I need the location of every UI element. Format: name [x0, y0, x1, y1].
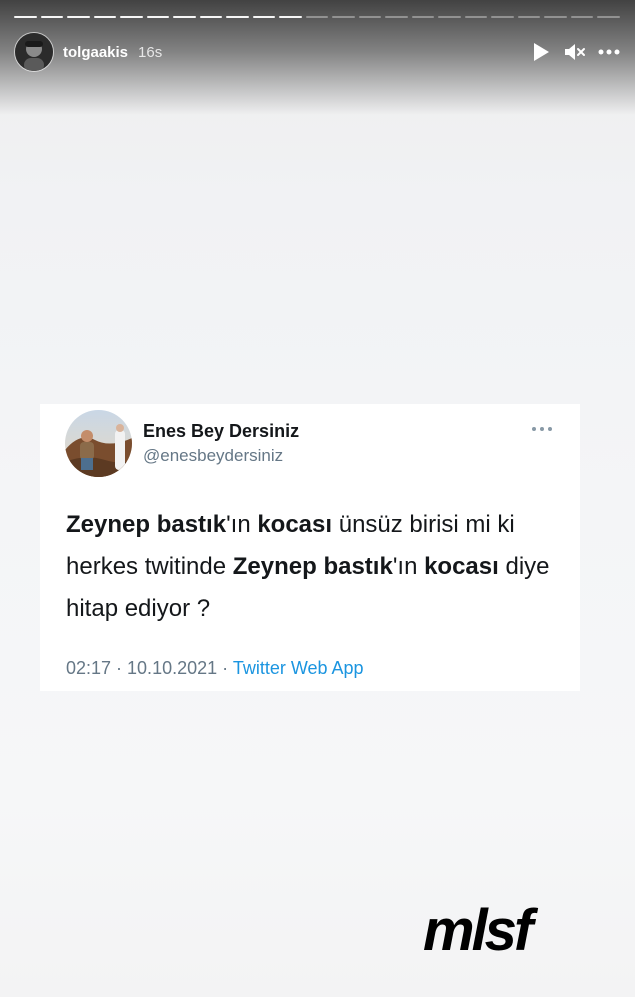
progress-segment: [570, 16, 594, 18]
progress-segment: [411, 16, 435, 18]
story-progress-bar: [14, 16, 620, 19]
progress-segment: [146, 16, 170, 18]
progress-segment: [40, 16, 64, 18]
tweet-author-avatar[interactable]: [65, 410, 132, 477]
progress-segment: [544, 16, 567, 18]
story-time: 16s: [138, 43, 163, 61]
tweet-text-part: 'ın: [392, 553, 425, 580]
tweet-handle[interactable]: @enesbeydersiniz: [143, 446, 283, 466]
progress-segment: [120, 16, 143, 18]
mute-icon[interactable]: [564, 41, 586, 63]
progress-segment: [199, 16, 223, 18]
logo-text: mlsf: [423, 898, 539, 960]
play-icon[interactable]: [530, 41, 552, 63]
more-icon[interactable]: [598, 41, 620, 63]
progress-segment: [491, 16, 514, 18]
progress-segment: [67, 16, 90, 18]
story-header: tolgaakis 16s: [14, 32, 620, 72]
tweet-text-part: kocası: [257, 511, 333, 538]
story-controls: [530, 41, 620, 63]
progress-segment: [279, 16, 302, 18]
tweet-display-name[interactable]: Enes Bey Dersiniz: [143, 421, 299, 442]
tweet-text-part: 'ın: [226, 511, 258, 538]
progress-segment: [14, 16, 37, 18]
tweet-card: Enes Bey Dersiniz @enesbeydersiniz Zeyne…: [40, 404, 580, 691]
progress-segment: [226, 16, 249, 18]
progress-segment: [385, 16, 408, 18]
tweet-text-part: kocası: [424, 553, 499, 580]
tweet-more-icon[interactable]: [530, 422, 554, 434]
progress-segment: [305, 16, 329, 18]
tweet-timestamp: 02:17 · 10.10.2021 ·: [66, 658, 233, 678]
tweet-text-part: Zeynep bastık: [232, 553, 393, 580]
progress-segment: [438, 16, 461, 18]
profile-username[interactable]: tolgaakis: [63, 44, 128, 61]
tweet-text-part: Zeynep bastık: [66, 511, 227, 538]
progress-segment: [517, 16, 541, 18]
progress-segment: [252, 16, 276, 18]
progress-segment: [358, 16, 382, 18]
progress-segment: [597, 16, 620, 18]
progress-segment: [93, 16, 117, 18]
mlsf-logo: mlsf: [423, 898, 573, 963]
progress-segment: [332, 16, 355, 18]
progress-segment: [464, 16, 488, 18]
tweet-body: Zeynep bastık'ın kocası ünsüz birisi mi …: [66, 504, 566, 630]
profile-avatar[interactable]: [14, 32, 54, 72]
progress-segment: [173, 16, 196, 18]
tweet-source-link[interactable]: Twitter Web App: [233, 658, 364, 678]
tweet-meta: 02:17 · 10.10.2021 · Twitter Web App: [66, 658, 364, 679]
